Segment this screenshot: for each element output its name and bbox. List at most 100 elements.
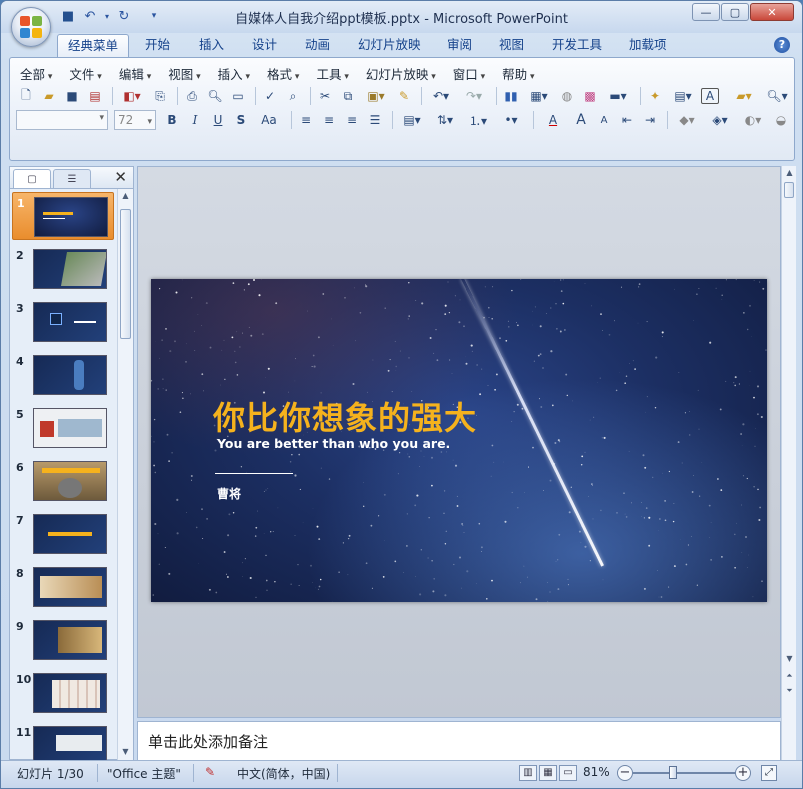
menu-slideshow[interactable]: 幻灯片放映	[364, 64, 445, 82]
slide-scrollbar[interactable]: ▲ ▼ ⏶ ⏷	[781, 166, 796, 760]
zoom-slider[interactable]	[633, 766, 737, 779]
outline-tab[interactable]: ☰	[53, 169, 91, 188]
arrange-icon[interactable]: ◈▾	[705, 110, 735, 130]
slide-thumbnail-6[interactable]: 6	[12, 457, 114, 505]
spelling-icon[interactable]: ✓	[260, 86, 280, 106]
new-document-icon[interactable]: 🗋	[16, 86, 36, 106]
menu-format[interactable]: 格式	[265, 64, 308, 82]
normal-view-icon[interactable]: ▥	[519, 765, 537, 781]
justify-icon[interactable]: ☰	[365, 110, 385, 130]
scroll-down-icon[interactable]: ▼	[784, 654, 795, 666]
language-indicator[interactable]: 中文(简体，中国)	[237, 765, 330, 782]
slide-thumbnail-10[interactable]: 10	[12, 669, 114, 717]
font-size-combobox[interactable]: 72	[114, 110, 156, 131]
save-icon[interactable]: ■	[62, 86, 82, 106]
decrease-indent-icon[interactable]: ⇤	[617, 110, 637, 130]
format-painter-icon[interactable]: ✎	[394, 86, 414, 106]
menu-tools[interactable]: 工具	[314, 64, 357, 82]
close-button[interactable]: ✕	[750, 3, 794, 21]
tab-addins[interactable]: 加载项	[619, 34, 677, 58]
align-center-icon[interactable]: ≡	[319, 110, 339, 130]
theme-name[interactable]: "Office 主题"	[107, 765, 181, 782]
scrollbar-thumb[interactable]	[120, 209, 131, 339]
slide-view-icon[interactable]: ▭	[228, 86, 248, 106]
scroll-up-icon[interactable]: ▲	[784, 168, 795, 180]
attach-icon[interactable]: ⎘	[150, 86, 170, 106]
tab-developer[interactable]: 开发工具	[542, 34, 612, 58]
print-icon[interactable]: ⎙	[182, 86, 202, 106]
slide-thumbnail-4[interactable]: 4	[12, 351, 114, 399]
slide-thumbnail-2[interactable]: 2	[12, 245, 114, 293]
new-slide-icon[interactable]: ✦	[645, 86, 665, 106]
tab-animation[interactable]: 动画	[295, 34, 340, 58]
zoom-slider-knob[interactable]	[669, 766, 677, 779]
slide-thumbnail-9[interactable]: 9	[12, 616, 114, 664]
copy-icon[interactable]: ⧉	[338, 86, 358, 106]
open-folder-icon[interactable]: ▰	[39, 86, 59, 106]
layout-icon[interactable]: ▤▾	[668, 86, 698, 106]
color-scheme-icon[interactable]: ▩	[580, 86, 600, 106]
tab-review[interactable]: 审阅	[437, 34, 482, 58]
align-right-icon[interactable]: ≡	[342, 110, 362, 130]
menu-view[interactable]: 视图	[166, 64, 209, 82]
menu-help[interactable]: 帮助	[500, 64, 543, 82]
undo-icon[interactable]: ↶▾	[426, 86, 456, 106]
scrollbar-thumb[interactable]	[784, 182, 794, 198]
zoom-level[interactable]: 81%	[583, 765, 610, 779]
print-preview-icon[interactable]: ▤	[85, 86, 105, 106]
redo-icon[interactable]: ↷▾	[459, 86, 489, 106]
slide-thumbnail-8[interactable]: 8	[12, 563, 114, 611]
preview-icon[interactable]: 🔍︎	[205, 86, 225, 106]
change-case-button[interactable]: Aa	[254, 110, 284, 130]
font-color-button[interactable]: A	[538, 110, 568, 130]
slide-title[interactable]: 你比你想象的强大	[213, 393, 477, 439]
zoom-out-button[interactable]: −	[617, 765, 633, 781]
columns-icon[interactable]: ▤▾	[397, 110, 427, 130]
tab-insert[interactable]: 插入	[189, 34, 234, 58]
align-left-icon[interactable]: ≡	[296, 110, 316, 130]
minimize-button[interactable]: —	[692, 3, 720, 21]
clipart-icon[interactable]: ◍	[557, 86, 577, 106]
table-icon[interactable]: ▦▾	[524, 86, 554, 106]
tab-home[interactable]: 开始	[135, 34, 180, 58]
previous-slide-icon[interactable]: ⏶	[784, 671, 795, 683]
menu-window[interactable]: 窗口	[451, 64, 494, 82]
help-icon[interactable]: ?	[774, 37, 790, 53]
menu-all[interactable]: 全部	[18, 64, 61, 82]
numbering-icon[interactable]: ⒈▾	[463, 110, 493, 130]
spell-check-icon[interactable]: ✎	[205, 765, 215, 779]
scroll-up-icon[interactable]: ▲	[120, 191, 131, 203]
grow-font-button[interactable]: A	[571, 110, 591, 130]
cut-icon[interactable]: ✂	[315, 86, 335, 106]
current-slide[interactable]: 你比你想象的强大 You are better than who you are…	[151, 279, 767, 602]
increase-indent-icon[interactable]: ⇥	[640, 110, 660, 130]
notes-pane[interactable]: 单击此处添加备注	[137, 721, 781, 761]
slide-thumbnail-3[interactable]: 3	[12, 298, 114, 346]
slide-thumbnail-7[interactable]: 7	[12, 510, 114, 558]
tab-slideshow[interactable]: 幻灯片放映	[348, 34, 431, 58]
chart-icon[interactable]: ▮▮	[501, 86, 521, 106]
find-icon[interactable]: 🔍︎▾	[762, 86, 792, 106]
font-name-combobox[interactable]	[16, 110, 108, 130]
tab-classic-menu[interactable]: 经典菜单	[57, 34, 130, 58]
bullets-icon[interactable]: •▾	[496, 110, 526, 130]
shapes-icon[interactable]: ◆▾	[672, 110, 702, 130]
quick-styles-icon[interactable]: ◐▾	[738, 110, 768, 130]
folder-icon[interactable]: ▰▾	[729, 86, 759, 106]
underline-button[interactable]: U	[208, 110, 228, 130]
research-icon[interactable]: ⌕	[283, 86, 303, 106]
slide-author[interactable]: 曹将	[217, 485, 241, 502]
shadow-button[interactable]: S	[231, 110, 251, 130]
thumbnails-scrollbar[interactable]: ▲ ▼	[117, 189, 133, 761]
textbox-icon[interactable]: A	[701, 88, 719, 104]
slide-thumbnail-5[interactable]: 5	[12, 404, 114, 452]
tab-design[interactable]: 设计	[242, 34, 287, 58]
permission-icon[interactable]: ◧▾	[117, 86, 147, 106]
menu-edit[interactable]: 编辑	[117, 64, 160, 82]
paste-icon[interactable]: ▣▾	[361, 86, 391, 106]
close-panel-icon[interactable]: ✕	[114, 168, 127, 186]
scroll-down-icon[interactable]: ▼	[120, 747, 131, 759]
next-slide-icon[interactable]: ⏷	[784, 686, 795, 698]
fit-to-window-icon[interactable]: ⤢	[761, 765, 777, 781]
shape-fill-icon[interactable]: ◒	[771, 110, 791, 130]
